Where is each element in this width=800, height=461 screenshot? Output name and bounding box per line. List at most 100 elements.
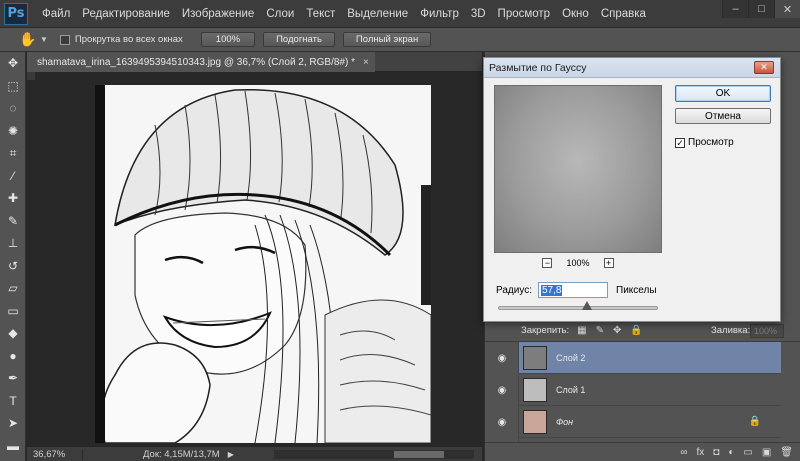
type-tool-icon[interactable]: T — [0, 390, 26, 413]
lock-position-icon[interactable]: ✥ — [613, 325, 621, 336]
gradient-tool-icon[interactable]: ▭ — [0, 300, 26, 323]
document-tab-bar: shamatava_irina_1639495394510343.jpg @ 3… — [27, 52, 482, 72]
quick-select-tool-icon[interactable]: ✺ — [0, 120, 26, 143]
layer-name: Фон — [556, 416, 574, 427]
adjustment-layer-icon[interactable]: ◐ — [728, 447, 734, 458]
layer-thumbnail — [523, 409, 547, 434]
crop-tool-icon[interactable]: ⌗ — [0, 142, 26, 165]
scroll-all-windows-label: Прокрутка во всех окнах — [74, 34, 183, 45]
new-layer-icon[interactable]: ▣ — [762, 447, 771, 458]
radius-input[interactable]: 57,8 — [538, 282, 608, 298]
lock-all-icon[interactable]: 🔒 — [630, 325, 642, 336]
move-tool-icon[interactable]: ✥ — [0, 52, 26, 75]
photoshop-logo: Ps — [4, 2, 28, 25]
fill-input[interactable]: 100% — [750, 323, 784, 338]
eye-icon[interactable]: ◉ — [493, 406, 511, 438]
scroll-all-windows-checkbox[interactable] — [59, 34, 70, 45]
history-brush-tool-icon[interactable]: ↺ — [0, 255, 26, 278]
lock-transparency-icon[interactable]: ▦ — [577, 325, 586, 336]
document-tab-title: shamatava_irina_1639495394510343.jpg @ 3… — [37, 56, 355, 68]
layer-row-layer1[interactable]: Слой 1 — [519, 374, 781, 406]
status-menu-arrow-icon[interactable]: ▶ — [228, 450, 234, 459]
sketch-portrait-image — [95, 85, 431, 443]
fill-screen-button[interactable]: Полный экран — [342, 32, 432, 47]
ruler-corner — [27, 72, 35, 80]
menu-file[interactable]: Файл — [36, 8, 76, 20]
preview-checkbox[interactable]: ✓ — [675, 137, 685, 148]
zoom-out-button[interactable]: − — [542, 258, 553, 268]
link-layers-icon[interactable]: ∞ — [680, 447, 687, 458]
maximize-button[interactable]: □ — [748, 0, 774, 18]
radius-label: Радиус: — [496, 284, 532, 296]
ok-button[interactable]: OK — [675, 85, 771, 102]
path-select-tool-icon[interactable]: ➤ — [0, 412, 26, 435]
marquee-tool-icon[interactable]: ⬚ — [0, 75, 26, 98]
layer-row-background[interactable]: Фон 🔒 — [519, 406, 781, 438]
horizontal-scrollbar[interactable] — [273, 449, 474, 459]
lock-label: Закрепить: — [521, 325, 570, 336]
eraser-tool-icon[interactable]: ▱ — [0, 277, 26, 300]
radius-row: Радиус: 57,8 Пикселы — [496, 282, 657, 298]
options-bar: ✋ ▼ Прокрутка во всех окнах 100% Подогна… — [0, 28, 800, 52]
zoom-in-button[interactable]: + — [603, 258, 614, 268]
menu-edit[interactable]: Редактирование — [76, 8, 176, 20]
layer-thumbnail — [523, 345, 547, 370]
status-bar: 36,67% Док: 4,15M/13,7M ▶ — [27, 446, 482, 461]
menu-layers[interactable]: Слои — [260, 8, 300, 20]
tool-preset-chevron-icon[interactable]: ▼ — [40, 35, 48, 44]
add-mask-icon[interactable]: ◘ — [713, 447, 719, 458]
shape-tool-icon[interactable]: ▬ — [0, 435, 26, 458]
document-size-info: Док: 4,15M/13,7M — [143, 448, 220, 460]
zoom-level[interactable]: 36,67% — [27, 448, 83, 460]
blur-tool-icon[interactable]: ◆ — [0, 322, 26, 345]
close-tab-icon[interactable]: × — [363, 57, 369, 68]
stamp-tool-icon[interactable]: ⊥ — [0, 232, 26, 255]
menu-bar: Ps Файл Редактирование Изображение Слои … — [0, 0, 800, 28]
layer-style-icon[interactable]: fx — [697, 447, 705, 458]
layers-footer: ∞ fx ◘ ◐ ▭ ▣ 🗑 — [485, 442, 800, 461]
preview-zoom-level: 100% — [566, 258, 590, 268]
radius-slider-thumb[interactable] — [582, 301, 592, 310]
preview-zoom-row: − 100% + — [494, 258, 662, 268]
pen-tool-icon[interactable]: ✒ — [0, 367, 26, 390]
lock-pixels-icon[interactable]: ✎ — [596, 325, 604, 336]
menu-view[interactable]: Просмотр — [492, 8, 557, 20]
delete-layer-icon[interactable]: 🗑 — [780, 447, 793, 458]
dialog-close-button[interactable]: ✕ — [754, 61, 774, 74]
preview-checkbox-row[interactable]: ✓ Просмотр — [675, 137, 734, 148]
dodge-tool-icon[interactable]: ● — [0, 345, 26, 368]
menu-type[interactable]: Текст — [300, 8, 341, 20]
minimize-button[interactable]: ‒ — [722, 0, 748, 18]
layer-name: Слой 1 — [556, 384, 586, 395]
cancel-button[interactable]: Отмена — [675, 108, 771, 124]
dialog-title: Размытие по Гауссу — [484, 58, 780, 78]
menu-3d[interactable]: 3D — [465, 8, 492, 20]
new-group-icon[interactable]: ▭ — [743, 447, 752, 458]
menu-image[interactable]: Изображение — [176, 8, 260, 20]
menu-help[interactable]: Справка — [595, 8, 652, 20]
tools-panel: ✥ ⬚ ◌ ✺ ⌗ ⁄ ✚ ✎ ⊥ ↺ ▱ ▭ ◆ ● ✒ T ➤ ▬ — [0, 52, 26, 461]
eyedropper-tool-icon[interactable]: ⁄ — [0, 165, 26, 188]
blur-preview[interactable] — [494, 85, 662, 253]
window-controls: ‒ □ ✕ — [722, 0, 800, 18]
layer-row-layer2[interactable]: Слой 2 — [519, 342, 781, 374]
menu-window[interactable]: Окно — [556, 8, 595, 20]
document-tab[interactable]: shamatava_irina_1639495394510343.jpg @ 3… — [27, 52, 375, 72]
radius-value: 57,8 — [541, 284, 563, 296]
sketch-photo-canvas[interactable] — [95, 85, 431, 443]
close-window-button[interactable]: ✕ — [774, 0, 800, 18]
brush-tool-icon[interactable]: ✎ — [0, 210, 26, 233]
zoom-100-button[interactable]: 100% — [200, 32, 256, 47]
menu-select[interactable]: Выделение — [341, 8, 414, 20]
healing-brush-tool-icon[interactable]: ✚ — [0, 187, 26, 210]
menu-filter[interactable]: Фильтр — [414, 8, 465, 20]
lasso-tool-icon[interactable]: ◌ — [0, 97, 26, 120]
layer-thumbnail — [523, 377, 547, 402]
radius-slider[interactable] — [498, 306, 658, 310]
layer-lock-icon: 🔒 — [748, 416, 761, 427]
eye-icon[interactable]: ◉ — [493, 374, 511, 406]
fit-screen-button[interactable]: Подогнать — [263, 32, 335, 47]
hand-tool-icon[interactable]: ✋ — [18, 30, 38, 50]
layers-lock-row: Закрепить: ▦ ✎ ✥ 🔒 Заливка: 100% — [485, 320, 800, 342]
eye-icon[interactable]: ◉ — [493, 342, 511, 374]
